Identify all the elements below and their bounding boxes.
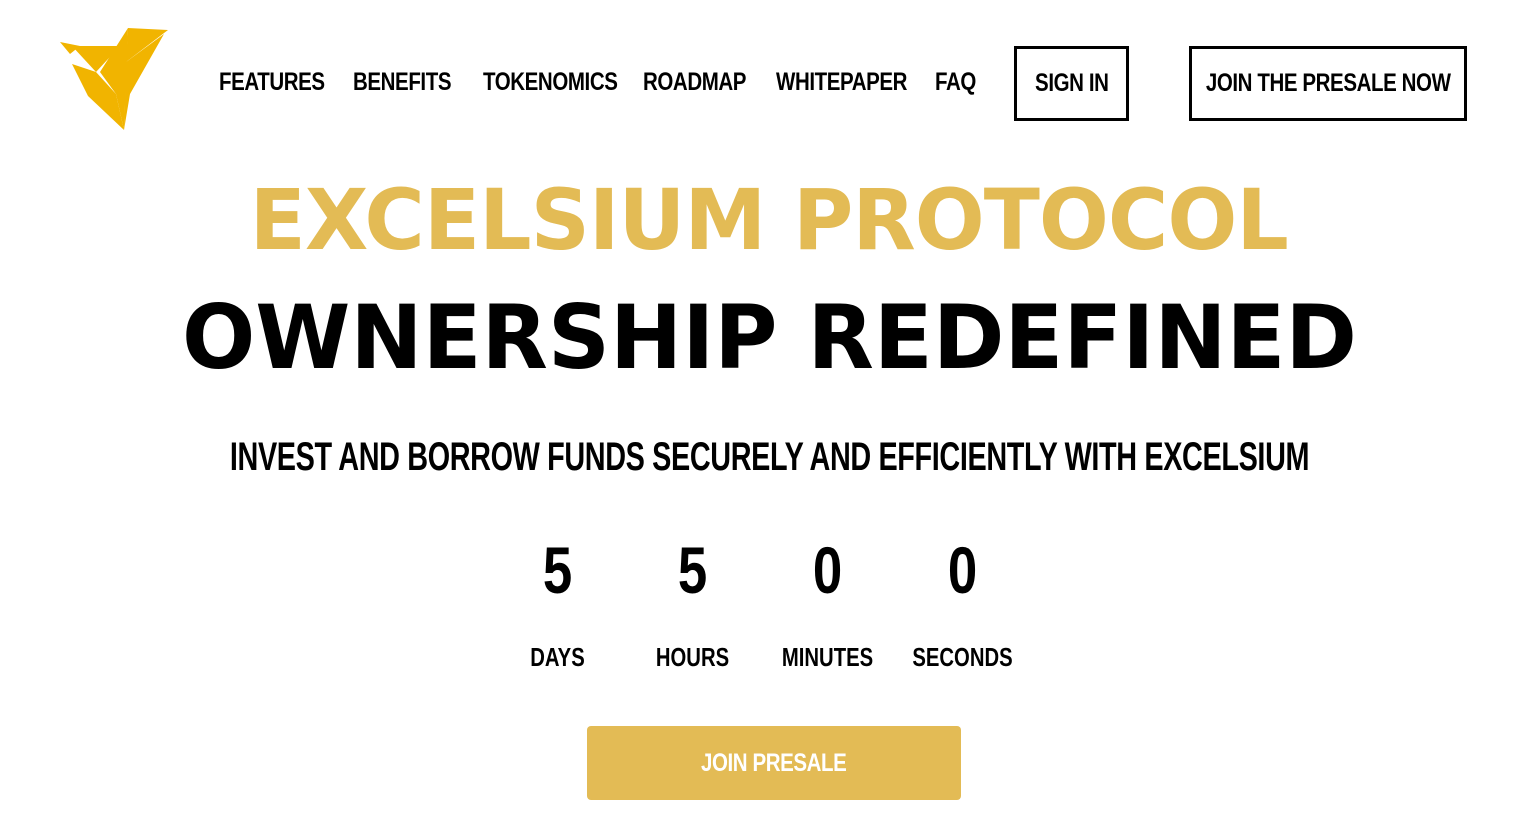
origami-bird-logo-icon[interactable] [58, 24, 172, 134]
presale-countdown: 5 DAYS 5 HOURS 0 MINUTES 0 SECONDS [490, 530, 1030, 690]
hero-tagline: INVEST AND BORROW FUNDS SECURELY AND EFF… [0, 432, 1538, 482]
countdown-minutes: 0 MINUTES [760, 530, 895, 672]
countdown-minutes-label: MINUTES [781, 642, 874, 672]
nav-link-tokenomics[interactable]: TOKENOMICS [483, 68, 618, 97]
countdown-hours-value: 5 [677, 533, 708, 607]
countdown-days-label: DAYS [530, 642, 585, 672]
nav-link-roadmap[interactable]: ROADMAP [643, 68, 746, 97]
join-presale-button[interactable]: JOIN PRESALE [587, 726, 961, 800]
countdown-days-value: 5 [542, 533, 573, 607]
countdown-seconds-label: SECONDS [912, 642, 1013, 672]
join-presale-label: JOIN PRESALE [701, 748, 847, 777]
countdown-seconds-value: 0 [947, 533, 978, 607]
sign-in-label: SIGN IN [1034, 69, 1109, 97]
countdown-days: 5 DAYS [490, 530, 625, 672]
countdown-seconds: 0 SECONDS [895, 530, 1030, 672]
join-presale-now-button[interactable]: JOIN THE PRESALE NOW [1189, 46, 1467, 121]
nav-link-whitepaper[interactable]: WHITEPAPER [776, 68, 907, 97]
countdown-hours-label: HOURS [655, 642, 730, 672]
countdown-hours: 5 HOURS [625, 530, 760, 672]
nav-link-benefits[interactable]: BENEFITS [353, 68, 452, 97]
nav-link-faq[interactable]: FAQ [935, 68, 976, 97]
hero-tagline-text: INVEST AND BORROW FUNDS SECURELY AND EFF… [229, 435, 1309, 479]
nav-link-features[interactable]: FEATURES [219, 68, 325, 97]
hero-subtitle-text: OWNERSHIP REDEFINED [181, 286, 1357, 389]
hero-title-text: EXCELSIUM PROTOCOL [249, 171, 1289, 269]
countdown-minutes-value: 0 [812, 533, 843, 607]
sign-in-button[interactable]: SIGN IN [1014, 46, 1129, 121]
hero-subtitle: OWNERSHIP REDEFINED [0, 288, 1538, 388]
hero-title: EXCELSIUM PROTOCOL [0, 170, 1538, 270]
join-presale-now-label: JOIN THE PRESALE NOW [1205, 69, 1451, 97]
